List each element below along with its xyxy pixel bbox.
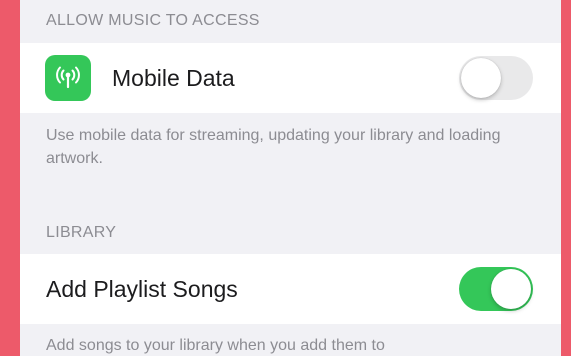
toggle-knob <box>461 58 501 98</box>
add-playlist-songs-label: Add Playlist Songs <box>46 276 238 302</box>
section-header-library: LIBRARY <box>46 224 117 241</box>
toggle-knob <box>491 269 531 309</box>
section-header-allow-access: ALLOW MUSIC TO ACCESS <box>46 12 260 29</box>
settings-screen: ALLOW MUSIC TO ACCESS Mobile Data Use mo… <box>20 0 561 356</box>
mobile-data-footer: Use mobile data for streaming, updating … <box>46 127 501 167</box>
mobile-data-toggle[interactable] <box>459 56 533 100</box>
mobile-data-label: Mobile Data <box>112 65 235 91</box>
add-playlist-songs-toggle[interactable] <box>459 267 533 311</box>
mobile-data-row[interactable]: Mobile Data <box>20 43 561 113</box>
add-playlist-songs-row[interactable]: Add Playlist Songs <box>20 254 561 324</box>
antenna-icon <box>45 55 91 101</box>
add-playlist-songs-footer: Add songs to your library when you add t… <box>46 337 385 354</box>
